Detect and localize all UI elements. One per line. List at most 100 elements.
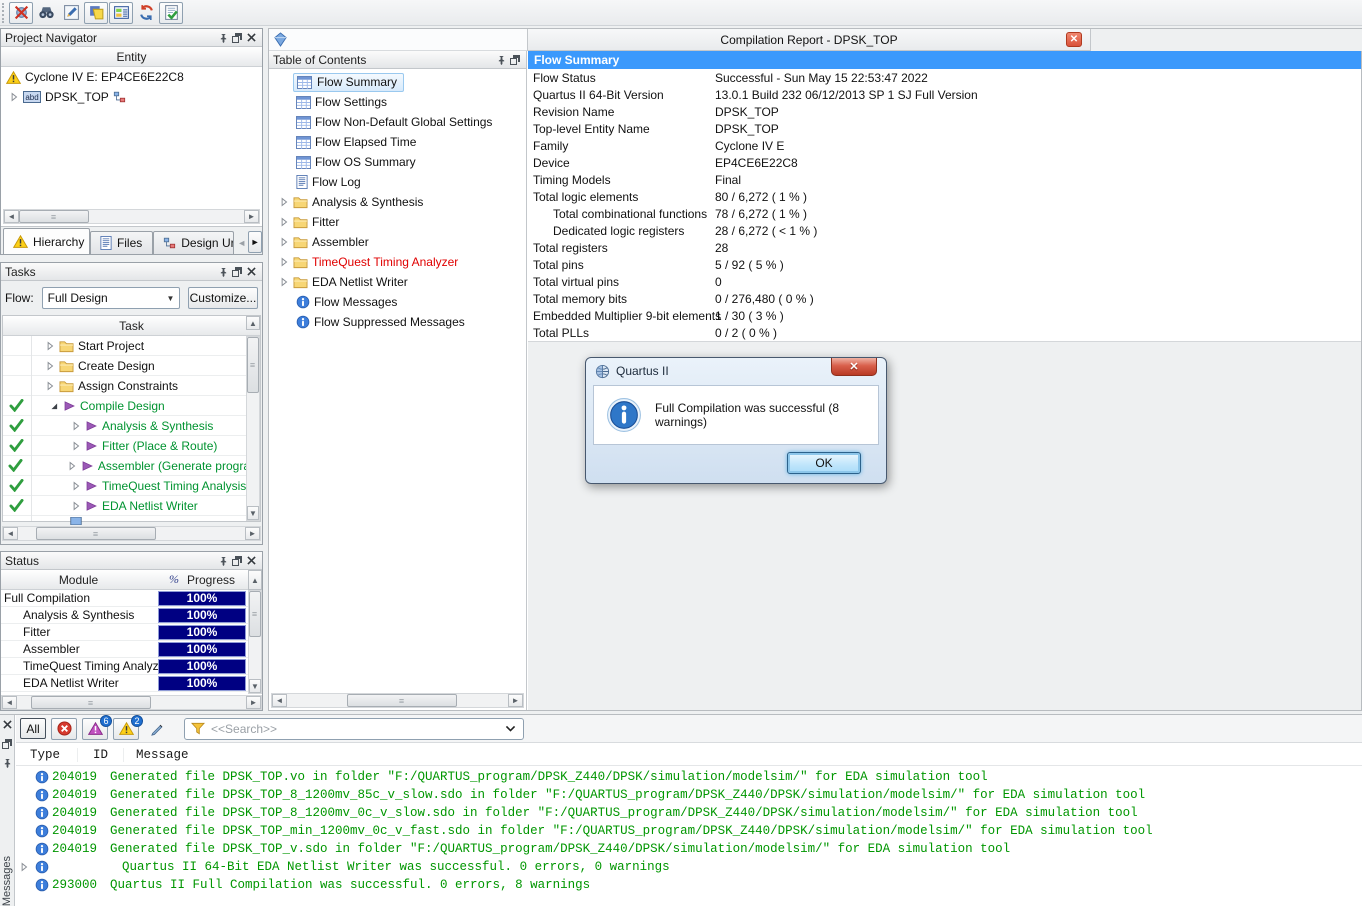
- report-close-button[interactable]: ✕: [1066, 32, 1082, 47]
- scroll-thumb[interactable]: ≡: [247, 337, 259, 393]
- chevron-right-icon[interactable]: [71, 501, 81, 511]
- scroll-thumb[interactable]: ≡: [249, 591, 261, 637]
- scroll-thumb[interactable]: ≡: [347, 694, 457, 707]
- task-row[interactable]: Compile Design: [3, 396, 260, 416]
- scroll-thumb[interactable]: ≡: [19, 210, 89, 223]
- scroll-left-icon[interactable]: ◄: [2, 696, 17, 709]
- toc-item[interactable]: Flow Messages: [269, 292, 526, 312]
- scroll-thumb[interactable]: ≡: [36, 527, 156, 540]
- task-row[interactable]: Create Design: [3, 356, 260, 376]
- scroll-right-icon[interactable]: ►: [246, 696, 261, 709]
- tab-scroll-right-icon[interactable]: ►: [248, 231, 262, 253]
- chevron-right-icon[interactable]: [71, 421, 81, 431]
- pin-icon[interactable]: [216, 31, 230, 44]
- chevron-right-icon[interactable]: [279, 257, 289, 267]
- flow-select[interactable]: Full Design ▼: [42, 287, 180, 309]
- chevron-right-icon[interactable]: [45, 381, 55, 391]
- scroll-right-icon[interactable]: ►: [244, 210, 259, 223]
- scroll-up-icon[interactable]: ▲: [246, 316, 260, 330]
- find-button[interactable]: [34, 2, 58, 24]
- task-row[interactable]: Fitter (Place & Route): [3, 436, 260, 456]
- scroll-thumb[interactable]: ≡: [31, 696, 151, 709]
- close-icon[interactable]: [244, 265, 258, 278]
- ok-button[interactable]: OK: [787, 452, 861, 474]
- chevron-right-icon[interactable]: [71, 481, 81, 491]
- float-icon[interactable]: [230, 31, 244, 44]
- tab-scroll-left-icon[interactable]: ◄: [234, 238, 248, 254]
- task-row[interactable]: EDA Netlist Writer: [3, 496, 260, 516]
- filter-errors-button[interactable]: [51, 718, 77, 740]
- toc-hscrollbar[interactable]: ◄ ≡ ►: [271, 693, 524, 708]
- scroll-right-icon[interactable]: ►: [245, 527, 260, 540]
- chevron-right-icon[interactable]: [19, 862, 29, 872]
- message-row[interactable]: 293000 Quartus II Full Compilation was s…: [16, 876, 1362, 894]
- verify-document-button[interactable]: [159, 2, 183, 24]
- toc-item[interactable]: Flow Settings: [269, 92, 526, 112]
- close-icon[interactable]: [244, 554, 258, 567]
- tree-item-device[interactable]: Cyclone IV E: EP4CE6E22C8: [1, 67, 262, 87]
- chevron-right-icon[interactable]: [279, 217, 289, 227]
- search-box[interactable]: <<Search>>: [184, 718, 524, 740]
- message-row[interactable]: 204019 Generated file DPSK_TOP_8_1200mv_…: [16, 804, 1362, 822]
- project-navigator-hscrollbar[interactable]: ◄ ≡ ►: [3, 209, 260, 224]
- windows-layout-button[interactable]: [109, 2, 133, 24]
- toc-item[interactable]: Flow OS Summary: [269, 152, 526, 172]
- chevron-right-icon[interactable]: [45, 361, 55, 371]
- chevron-right-icon[interactable]: [45, 341, 55, 351]
- toc-item[interactable]: Assembler: [269, 232, 526, 252]
- filter-warnings-button[interactable]: 2: [113, 718, 139, 740]
- tab-files[interactable]: Files: [90, 231, 153, 254]
- float-icon[interactable]: [230, 265, 244, 278]
- pin-icon[interactable]: [494, 53, 508, 66]
- notes-button[interactable]: [84, 2, 108, 24]
- toc-item[interactable]: Fitter: [269, 212, 526, 232]
- status-hscrollbar[interactable]: ◄ ≡ ►: [1, 695, 262, 710]
- toc-item[interactable]: Flow Suppressed Messages: [269, 312, 526, 332]
- close-floating-window-button[interactable]: [9, 2, 33, 24]
- tab-design-units[interactable]: Design Ur: [153, 231, 234, 254]
- chevron-right-icon[interactable]: [71, 441, 81, 451]
- task-row[interactable]: Assign Constraints: [3, 376, 260, 396]
- close-icon[interactable]: [0, 718, 14, 731]
- message-row[interactable]: 204019 Generated file DPSK_TOP.vo in fol…: [16, 768, 1362, 786]
- toc-item[interactable]: TimeQuest Timing Analyzer: [269, 252, 526, 272]
- toc-item[interactable]: Flow Log: [269, 172, 526, 192]
- float-icon[interactable]: [0, 737, 14, 750]
- tasks-hscrollbar[interactable]: ◄ ≡ ►: [2, 526, 261, 541]
- message-row[interactable]: 204019 Generated file DPSK_TOP_min_1200m…: [16, 822, 1362, 840]
- toolbar-grip[interactable]: [2, 3, 7, 23]
- tab-hierarchy[interactable]: Hierarchy: [3, 228, 90, 254]
- message-row[interactable]: 204019 Generated file DPSK_TOP_v.sdo in …: [16, 840, 1362, 858]
- message-row[interactable]: 204019 Generated file DPSK_TOP_8_1200mv_…: [16, 786, 1362, 804]
- task-row[interactable]: TimeQuest Timing Analysis: [3, 476, 260, 496]
- chevron-right-icon[interactable]: [279, 197, 289, 207]
- scroll-down-icon[interactable]: ▼: [249, 679, 261, 693]
- task-row[interactable]: Start Project: [3, 336, 260, 356]
- toc-item[interactable]: Flow Non-Default Global Settings: [269, 112, 526, 132]
- scroll-right-icon[interactable]: ►: [508, 694, 523, 707]
- edit-button[interactable]: [59, 2, 83, 24]
- status-vscrollbar[interactable]: ≡ ▼: [248, 590, 262, 694]
- chevron-right-icon[interactable]: [9, 92, 19, 102]
- chevron-right-icon[interactable]: [67, 461, 77, 471]
- scroll-left-icon[interactable]: ◄: [3, 527, 18, 540]
- toc-item[interactable]: Flow Elapsed Time: [269, 132, 526, 152]
- report-tab[interactable]: Compilation Report - DPSK_TOP ✕: [527, 29, 1091, 51]
- filter-all-button[interactable]: All: [20, 718, 46, 739]
- customize-button[interactable]: Customize...: [188, 287, 258, 309]
- scroll-up-icon[interactable]: ▲: [248, 570, 262, 590]
- chevron-expanded-icon[interactable]: [49, 401, 59, 411]
- refresh-button[interactable]: [134, 2, 158, 24]
- chevron-right-icon[interactable]: [279, 237, 289, 247]
- scroll-left-icon[interactable]: ◄: [272, 694, 287, 707]
- pin-icon[interactable]: [0, 756, 14, 769]
- float-icon[interactable]: [230, 554, 244, 567]
- pin-icon[interactable]: [216, 554, 230, 567]
- message-row[interactable]: Quartus II 64-Bit EDA Netlist Writer was…: [16, 858, 1362, 876]
- dialog-close-button[interactable]: ✕: [831, 358, 877, 376]
- filter-critical-warnings-button[interactable]: 6: [82, 718, 108, 740]
- toc-item[interactable]: EDA Netlist Writer: [269, 272, 526, 292]
- chevron-right-icon[interactable]: [279, 277, 289, 287]
- close-icon[interactable]: [244, 31, 258, 44]
- toc-item[interactable]: Analysis & Synthesis: [269, 192, 526, 212]
